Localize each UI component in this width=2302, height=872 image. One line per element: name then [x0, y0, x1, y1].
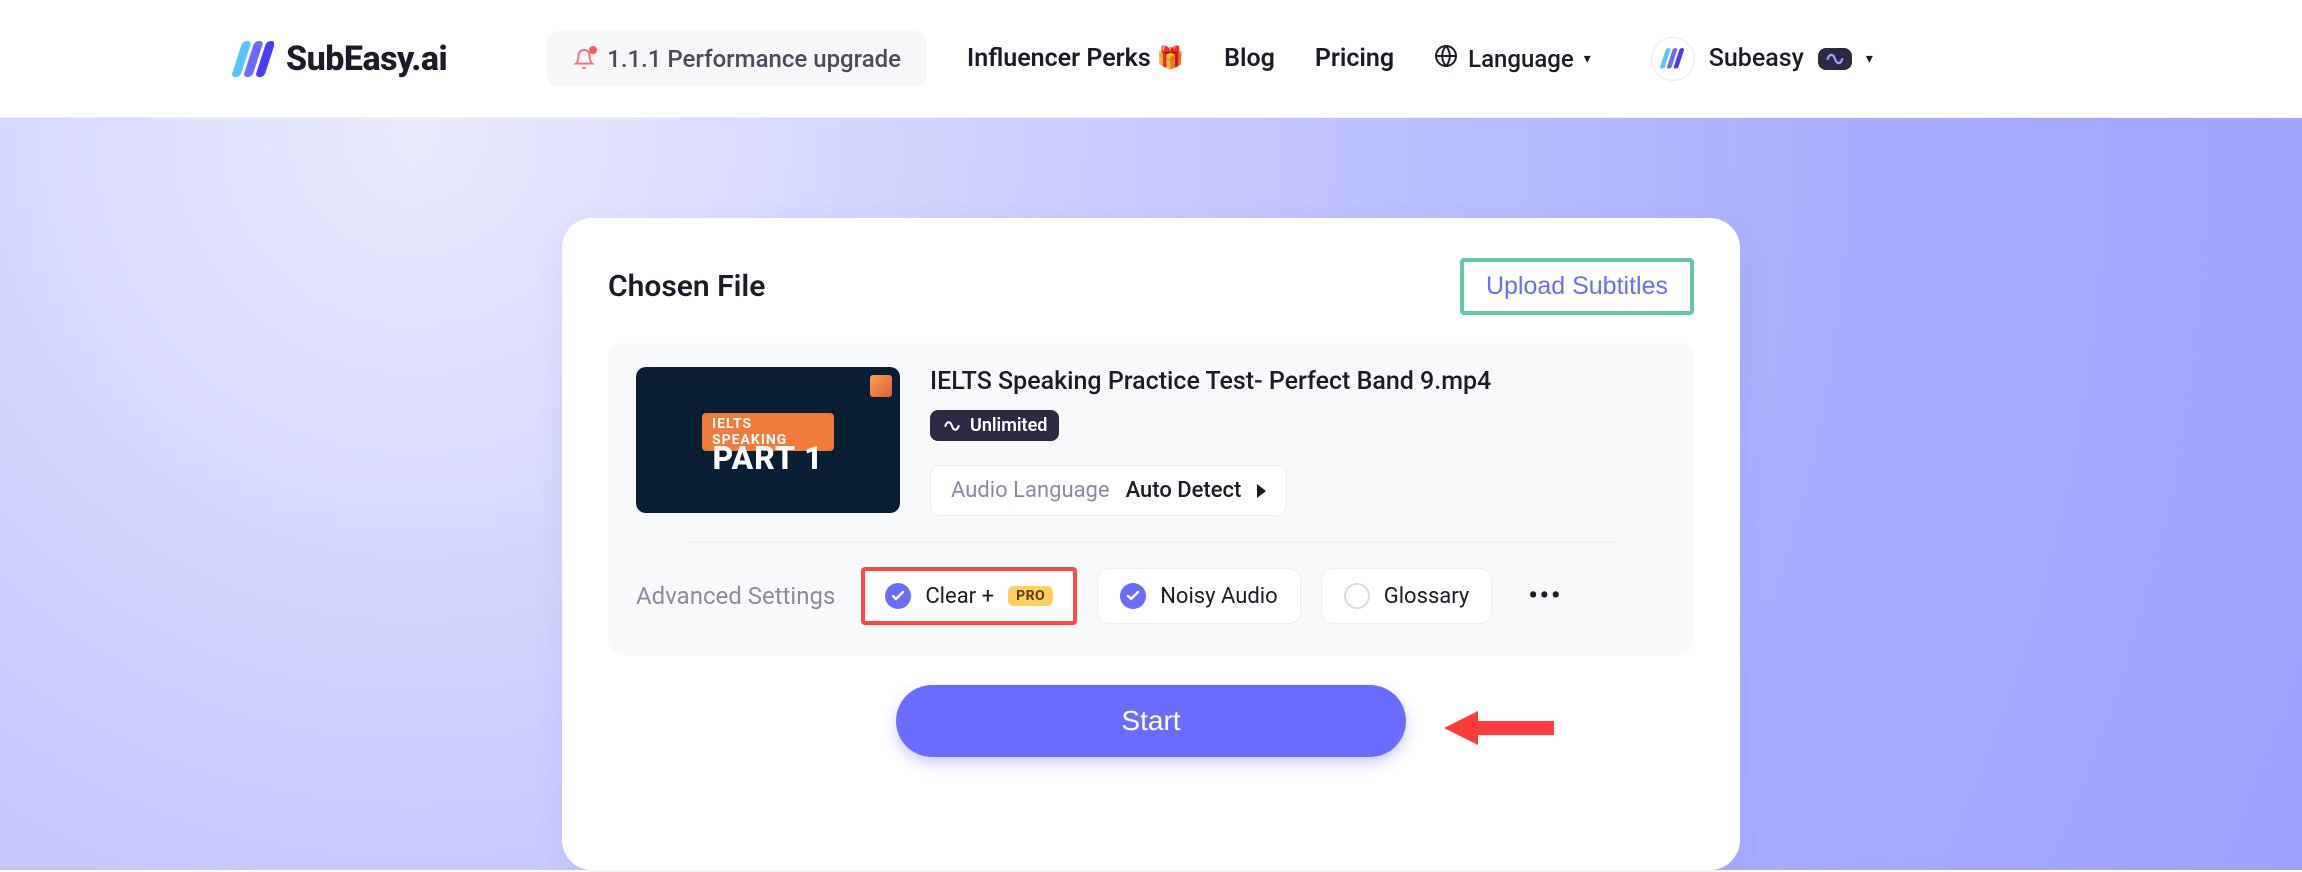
- check-icon: [1344, 583, 1370, 609]
- audio-language-selector[interactable]: Audio Language Auto Detect: [930, 465, 1287, 516]
- language-selector[interactable]: Language ▾: [1434, 44, 1591, 74]
- nav-influencer-label: Influencer Perks: [967, 44, 1151, 73]
- gift-icon: 🎁: [1157, 46, 1184, 71]
- user-menu[interactable]: Subeasy ▾: [1651, 37, 1873, 81]
- thumbnail-corner-icon: [870, 375, 892, 397]
- advanced-settings-label: Advanced Settings: [636, 582, 835, 610]
- nav-pricing[interactable]: Pricing: [1315, 44, 1394, 73]
- more-options-button[interactable]: •••: [1512, 571, 1578, 621]
- video-thumbnail[interactable]: IELTS SPEAKING PART 1: [636, 367, 900, 513]
- divider: [686, 542, 1616, 543]
- option-noisy-audio[interactable]: Noisy Audio: [1097, 568, 1300, 624]
- option-clear-label: Clear +: [925, 584, 994, 609]
- check-icon: [1120, 583, 1146, 609]
- brand-logo[interactable]: SubEasy.ai: [230, 37, 447, 81]
- unlimited-label: Unlimited: [970, 415, 1047, 436]
- nav-blog[interactable]: Blog: [1224, 44, 1275, 73]
- option-glossary[interactable]: Glossary: [1321, 568, 1493, 624]
- check-icon: [885, 583, 911, 609]
- audio-language-label: Audio Language: [951, 478, 1110, 503]
- nav-influencer-perks[interactable]: Influencer Perks 🎁: [967, 44, 1184, 73]
- top-nav: SubEasy.ai 1.1.1 Performance upgrade Inf…: [0, 0, 2302, 118]
- language-label: Language: [1468, 45, 1574, 73]
- avatar: [1651, 37, 1695, 81]
- unlimited-badge: Unlimited: [930, 410, 1059, 441]
- bell-icon: [573, 48, 595, 70]
- pro-badge: PRO: [1008, 586, 1053, 606]
- plan-badge: [1818, 48, 1852, 70]
- chevron-down-icon: ▾: [1866, 51, 1873, 67]
- triangle-right-icon: [1257, 484, 1266, 498]
- file-name: IELTS Speaking Practice Test- Perfect Ba…: [930, 367, 1491, 396]
- upload-subtitles-button[interactable]: Upload Subtitles: [1460, 258, 1694, 315]
- option-clear-plus[interactable]: Clear + PRO: [861, 567, 1077, 625]
- user-name: Subeasy: [1709, 44, 1804, 73]
- thumbnail-part: PART 1: [712, 439, 823, 477]
- brand-mark-icon: [230, 37, 274, 81]
- globe-icon: [1434, 44, 1458, 74]
- start-button[interactable]: Start: [896, 685, 1406, 757]
- arrow-annotation-icon: [1444, 703, 1554, 757]
- chosen-file-card: Chosen File Upload Subtitles IELTS SPEAK…: [562, 218, 1740, 870]
- card-title: Chosen File: [608, 269, 765, 304]
- file-panel: IELTS SPEAKING PART 1 IELTS Speaking Pra…: [608, 343, 1694, 655]
- audio-language-value: Auto Detect: [1126, 478, 1242, 503]
- brand-name: SubEasy.ai: [286, 39, 447, 79]
- hero-backdrop: Chosen File Upload Subtitles IELTS SPEAK…: [0, 118, 2302, 870]
- option-glossary-label: Glossary: [1384, 584, 1470, 609]
- option-noisy-label: Noisy Audio: [1160, 584, 1277, 609]
- version-chip[interactable]: 1.1.1 Performance upgrade: [547, 31, 927, 87]
- chevron-down-icon: ▾: [1584, 51, 1591, 67]
- version-text: 1.1.1 Performance upgrade: [607, 45, 901, 73]
